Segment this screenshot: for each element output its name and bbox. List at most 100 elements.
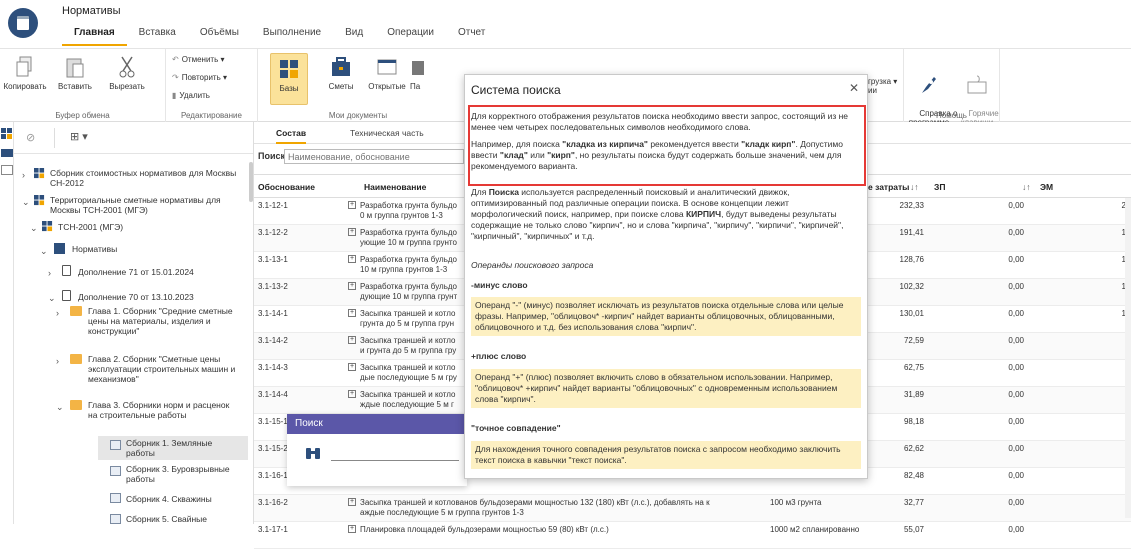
tree-node-collection4[interactable]: Сборник 4. Скважины: [126, 494, 236, 504]
folder-icon: [70, 354, 82, 364]
window-nav-icon[interactable]: [1, 164, 13, 176]
tree-node-tsn[interactable]: Территориальные сметные нормативы для Мо…: [50, 195, 240, 215]
expand-icon[interactable]: +: [348, 363, 356, 371]
copy-button[interactable]: Копировать: [2, 55, 48, 91]
tab-report[interactable]: Отчет: [446, 22, 497, 46]
modal-p1: Для корректного отображения результатов …: [471, 111, 849, 132]
tree-scrollbar[interactable]: [249, 162, 253, 202]
tree-node-chapter2[interactable]: Глава 2. Сборник "Сметные цены эксплуата…: [88, 354, 238, 384]
chevron-right-icon[interactable]: ›: [48, 268, 51, 278]
table-row[interactable]: 3.1-17-1 + Планировка площадей бульдозерам…: [254, 522, 1131, 549]
tree-node-chapter3[interactable]: Глава 3. Сборники норм и расценок на стр…: [88, 400, 238, 420]
tree-node-collection1[interactable]: Сборник 1. Земляные работы: [126, 438, 236, 458]
row-name: Засыпка траншей и котло дые последующие …: [360, 363, 457, 382]
row-name: Засыпка траншей и котло грунта до 5 м гр…: [360, 309, 456, 328]
tree-node-chapter1[interactable]: Глава 1. Сборник "Средние сметные цены н…: [88, 306, 238, 336]
paste-button[interactable]: Вставить: [52, 55, 98, 91]
chevron-right-icon[interactable]: ›: [56, 356, 59, 366]
delete-button[interactable]: ▮ Удалить: [172, 91, 210, 100]
group-help: Справка о программе Горячие клавиши Помо…: [904, 49, 1000, 127]
tab-operations[interactable]: Операции: [375, 22, 446, 46]
modal-title: Система поиска: [471, 83, 561, 97]
chevron-down-icon[interactable]: ⌄: [48, 293, 56, 304]
row-code: 3.1-14-1: [258, 309, 288, 318]
sort-icon[interactable]: ↓↑: [910, 182, 919, 192]
expand-icon[interactable]: +: [348, 390, 356, 398]
clear-filter-icon[interactable]: ⊘: [26, 131, 35, 144]
row-code: 3.1-12-1: [258, 201, 288, 210]
pa-button[interactable]: Па: [410, 55, 450, 91]
open-button[interactable]: Открытые: [364, 55, 410, 91]
tree-node-add70[interactable]: Дополнение 70 от 13.10.2023: [78, 292, 194, 302]
close-icon[interactable]: ✕: [849, 81, 859, 95]
table-icon: [110, 466, 121, 476]
expand-icon[interactable]: +: [348, 228, 356, 236]
table-scrollbar[interactable]: [1125, 198, 1131, 518]
tab-view[interactable]: Вид: [333, 22, 375, 46]
mini-search-input[interactable]: [331, 460, 459, 461]
tree-toolbar: ⊘ ⊞ ▾: [14, 122, 253, 154]
chevron-right-icon[interactable]: ›: [22, 170, 25, 180]
sort-icon[interactable]: ↓↑: [1022, 182, 1031, 192]
tab-insert[interactable]: Вставка: [127, 22, 188, 46]
row-zp: 0,00: [1008, 363, 1024, 372]
table-icon: [110, 514, 121, 524]
col-name[interactable]: Наименование: [364, 182, 426, 192]
tree-node-collection5[interactable]: Сборник 5. Свайные: [126, 514, 236, 524]
undo-button[interactable]: ↶ Отменить ▾: [172, 55, 225, 64]
tab-execution[interactable]: Выполнение: [251, 22, 333, 46]
expand-icon[interactable]: +: [348, 255, 356, 263]
estimates-nav-icon[interactable]: [1, 146, 13, 158]
search-input[interactable]: [284, 149, 464, 164]
chevron-down-icon[interactable]: ⌄: [40, 246, 48, 257]
chevron-down-icon[interactable]: ⌄: [22, 197, 30, 208]
tab-composition[interactable]: Состав: [276, 122, 307, 144]
col-code[interactable]: Обоснование: [258, 182, 315, 192]
modal-operands: Операнды поискового запроса: [471, 260, 594, 270]
row-zp: 0,00: [1008, 201, 1024, 210]
col-cost[interactable]: е затраты: [868, 182, 909, 192]
tab-volumes[interactable]: Объёмы: [188, 22, 251, 46]
table-row[interactable]: 3.1-16-2 + Засыпка траншей и котлованов бу…: [254, 495, 1131, 522]
folder-icon: [70, 306, 82, 316]
expand-icon[interactable]: +: [348, 525, 356, 533]
tree-view-icon[interactable]: ⊞ ▾: [70, 130, 88, 143]
tree-node-sn2012[interactable]: Сборник стоимостных нормативов для Москв…: [50, 168, 240, 188]
group-load: грузка ▾ ии: [868, 49, 904, 123]
expand-icon[interactable]: +: [348, 282, 356, 290]
redo-button[interactable]: ↷ Повторить ▾: [172, 73, 227, 82]
estimates-button[interactable]: Сметы: [318, 55, 364, 91]
row-zp: 0,00: [1008, 282, 1024, 291]
row-name: Засыпка траншей и котлованов бульдозерам…: [360, 498, 710, 517]
row-name: Планировка площадей бульдозерами мощност…: [360, 525, 609, 534]
expand-icon[interactable]: +: [348, 201, 356, 209]
chevron-down-icon[interactable]: ⌄: [30, 223, 38, 234]
load-button[interactable]: грузка ▾ ии: [868, 77, 902, 95]
group-label-edit: Редактирование: [181, 111, 242, 120]
tab-technical[interactable]: Техническая часть: [350, 122, 424, 144]
modal-p3: Для Поиска используется распределенный п…: [471, 187, 844, 241]
expand-icon[interactable]: +: [348, 336, 356, 344]
row-cost: 32,77: [903, 498, 924, 507]
app-logo-icon[interactable]: [8, 8, 38, 38]
folder-icon: [412, 61, 424, 75]
col-em[interactable]: ЭМ: [1040, 182, 1053, 192]
expand-icon[interactable]: +: [348, 309, 356, 317]
modal-plus-title: +плюс слово: [471, 351, 527, 361]
chevron-down-icon[interactable]: ⌄: [56, 402, 64, 413]
cut-button[interactable]: Вырезать: [104, 55, 150, 91]
briefcase-icon: [332, 57, 350, 76]
tree-node-add71[interactable]: Дополнение 71 от 15.01.2024: [78, 267, 194, 277]
chevron-right-icon[interactable]: ›: [56, 308, 59, 318]
bases-button[interactable]: Базы: [270, 53, 308, 105]
expand-icon[interactable]: +: [348, 498, 356, 506]
tree-node-collection3[interactable]: Сборник 3. Буровзрывные работы: [126, 464, 236, 484]
tree-node-normatives[interactable]: Нормативы: [72, 244, 117, 254]
row-code: 3.1-14-2: [258, 336, 288, 345]
group-edit: ↶ Отменить ▾ ↷ Повторить ▾ ▮ Удалить Редакт…: [166, 49, 258, 123]
col-zp[interactable]: ЗП: [934, 182, 945, 192]
bases-nav-icon[interactable]: [1, 128, 13, 140]
tree-node-tsn2001[interactable]: ТСН-2001 (МГЭ): [58, 222, 123, 232]
tab-home[interactable]: Главная: [62, 22, 127, 46]
row-name: Разработка грунта бульдо ующие 10 м груп…: [360, 228, 457, 247]
